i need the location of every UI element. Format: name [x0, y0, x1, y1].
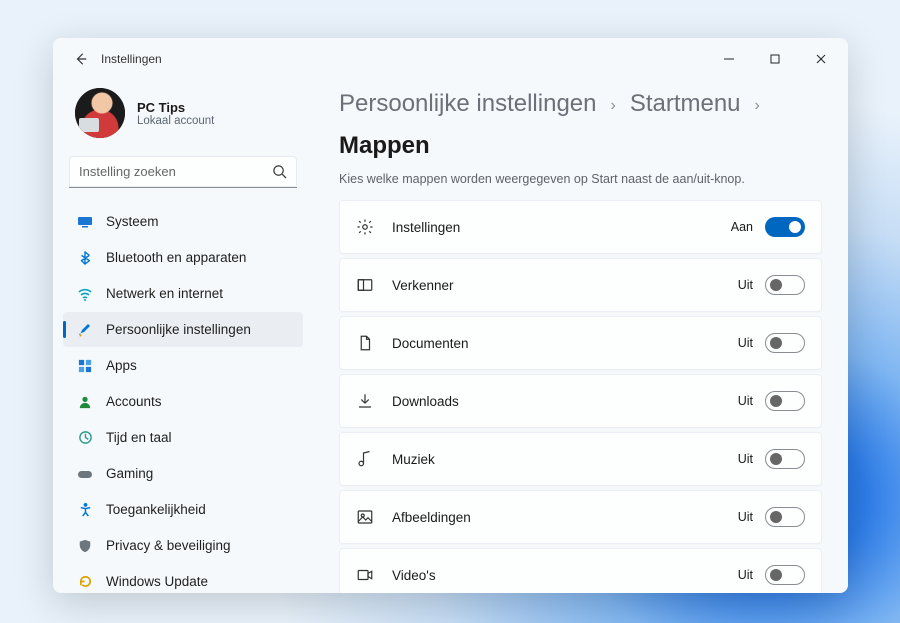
folder-row-instellingen[interactable]: Instellingen Aan — [339, 200, 822, 254]
sidebar-item-label: Persoonlijke instellingen — [106, 322, 251, 337]
folder-label: Instellingen — [392, 220, 460, 235]
toggle-state-label: Uit — [738, 452, 753, 466]
sidebar-item-label: Gaming — [106, 466, 153, 481]
sidebar-item-label: Toegankelijkheid — [106, 502, 206, 517]
sidebar-item-netwerk[interactable]: Netwerk en internet — [63, 276, 303, 311]
folder-label: Afbeeldingen — [392, 510, 471, 525]
sidebar-item-tijd[interactable]: Tijd en taal — [63, 420, 303, 455]
toggle-afbeeldingen[interactable] — [765, 507, 805, 527]
video-icon — [356, 566, 374, 584]
folder-row-videos[interactable]: Video's Uit — [339, 548, 822, 593]
update-icon — [77, 574, 93, 590]
folder-label: Muziek — [392, 452, 435, 467]
folder-label: Downloads — [392, 394, 459, 409]
toggle-verkenner[interactable] — [765, 275, 805, 295]
paintbrush-icon — [77, 322, 93, 338]
sidebar-item-label: Privacy & beveiliging — [106, 538, 231, 553]
sidebar-item-label: Windows Update — [106, 574, 208, 589]
accessibility-icon — [77, 502, 93, 518]
folder-label: Video's — [392, 568, 436, 583]
sidebar-item-accounts[interactable]: Accounts — [63, 384, 303, 419]
sidebar-item-persoonlijk[interactable]: Persoonlijke instellingen — [63, 312, 303, 347]
sidebar-item-gaming[interactable]: Gaming — [63, 456, 303, 491]
toggle-state-label: Uit — [738, 510, 753, 524]
sidebar-item-label: Netwerk en internet — [106, 286, 223, 301]
toggle-videos[interactable] — [765, 565, 805, 585]
sidebar-item-label: Bluetooth en apparaten — [106, 250, 246, 265]
toggle-state-label: Uit — [738, 568, 753, 582]
monitor-icon — [77, 214, 93, 230]
explorer-icon — [356, 276, 374, 294]
settings-window: Instellingen PC Tips Lokaal account — [53, 38, 848, 593]
sidebar-item-systeem[interactable]: Systeem — [63, 204, 303, 239]
folder-row-downloads[interactable]: Downloads Uit — [339, 374, 822, 428]
shield-icon — [77, 538, 93, 554]
sidebar-item-windowsupdate[interactable]: Windows Update — [63, 564, 303, 593]
toggle-state-label: Uit — [738, 336, 753, 350]
document-icon — [356, 334, 374, 352]
profile-name: PC Tips — [137, 100, 214, 115]
sidebar-item-label: Apps — [106, 358, 137, 373]
sidebar-item-label: Accounts — [106, 394, 162, 409]
person-icon — [77, 394, 93, 410]
sidebar-item-privacy[interactable]: Privacy & beveiliging — [63, 528, 303, 563]
profile-subtitle: Lokaal account — [137, 115, 214, 127]
sidebar-item-label: Systeem — [106, 214, 159, 229]
avatar — [75, 88, 125, 138]
breadcrumb: Persoonlijke instellingen › Startmenu › … — [339, 90, 822, 160]
maximize-button[interactable] — [752, 44, 798, 74]
arrow-left-icon — [74, 52, 88, 66]
folder-row-verkenner[interactable]: Verkenner Uit — [339, 258, 822, 312]
nav-list: Systeem Bluetooth en apparaten Netwerk e… — [63, 204, 303, 593]
wifi-icon — [77, 286, 93, 302]
search-input[interactable] — [69, 156, 297, 188]
titlebar: Instellingen — [53, 38, 848, 80]
gear-icon — [356, 218, 374, 236]
folder-label: Verkenner — [392, 278, 454, 293]
folder-list: Instellingen Aan Verkenner Uit — [339, 200, 822, 593]
toggle-state-label: Uit — [738, 278, 753, 292]
search-box — [69, 156, 297, 188]
sidebar-item-apps[interactable]: Apps — [63, 348, 303, 383]
crumb-startmenu[interactable]: Startmenu — [630, 90, 741, 118]
window-controls — [706, 44, 844, 74]
search-icon — [272, 164, 287, 184]
folder-row-documenten[interactable]: Documenten Uit — [339, 316, 822, 370]
image-icon — [356, 508, 374, 526]
page-subtitle: Kies welke mappen worden weergegeven op … — [339, 172, 822, 186]
toggle-downloads[interactable] — [765, 391, 805, 411]
sidebar-item-label: Tijd en taal — [106, 430, 172, 445]
apps-icon — [77, 358, 93, 374]
profile-block[interactable]: PC Tips Lokaal account — [63, 80, 303, 156]
bluetooth-icon — [77, 250, 93, 266]
folder-label: Documenten — [392, 336, 469, 351]
toggle-muziek[interactable] — [765, 449, 805, 469]
music-icon — [356, 450, 374, 468]
main-content: Persoonlijke instellingen › Startmenu › … — [313, 80, 848, 593]
chevron-right-icon: › — [755, 97, 760, 115]
chevron-right-icon: › — [610, 97, 615, 115]
maximize-icon — [770, 54, 780, 64]
crumb-current: Mappen — [339, 132, 430, 160]
folder-row-muziek[interactable]: Muziek Uit — [339, 432, 822, 486]
close-icon — [816, 54, 826, 64]
sidebar-item-bluetooth[interactable]: Bluetooth en apparaten — [63, 240, 303, 275]
close-button[interactable] — [798, 44, 844, 74]
toggle-documenten[interactable] — [765, 333, 805, 353]
minimize-button[interactable] — [706, 44, 752, 74]
gamepad-icon — [77, 466, 93, 482]
crumb-persoonlijk[interactable]: Persoonlijke instellingen — [339, 90, 596, 118]
back-button[interactable] — [67, 45, 95, 73]
window-title: Instellingen — [101, 52, 162, 66]
folder-row-afbeeldingen[interactable]: Afbeeldingen Uit — [339, 490, 822, 544]
minimize-icon — [724, 54, 734, 64]
sidebar: PC Tips Lokaal account Systeem Bluetooth… — [53, 80, 313, 593]
sidebar-item-toegankelijkheid[interactable]: Toegankelijkheid — [63, 492, 303, 527]
toggle-state-label: Uit — [738, 394, 753, 408]
download-icon — [356, 392, 374, 410]
toggle-instellingen[interactable] — [765, 217, 805, 237]
globe-clock-icon — [77, 430, 93, 446]
toggle-state-label: Aan — [731, 220, 753, 234]
